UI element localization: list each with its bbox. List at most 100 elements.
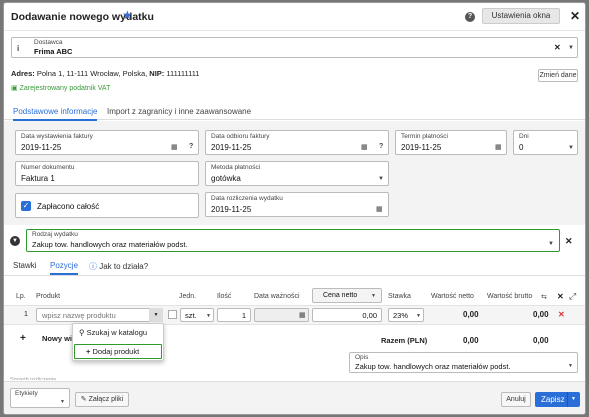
info-circle-icon: ⓘ [89, 262, 97, 271]
vat-status: ▣ Zarejestrowany podatnik VAT [11, 85, 111, 92]
description-select[interactable]: Opis Zakup tow. handlowych oraz materiał… [349, 352, 578, 373]
document-number-label: Numer dokumentu [21, 164, 75, 171]
info-icon: i [17, 44, 20, 53]
col-qty: Ilość [217, 293, 232, 300]
chevron-down-icon: ▼ [568, 145, 574, 151]
supplier-select[interactable]: i Dostawca Frima ABC ✕ ▼ [11, 37, 578, 58]
chevron-down-icon[interactable]: ▼ [568, 45, 574, 51]
add-product-item[interactable]: + Dodaj produkt [74, 344, 162, 359]
main-tabs: Podstawowe informacje Import z zagranicy… [4, 100, 585, 121]
plus-icon: + [86, 347, 91, 356]
issue-date-value: 2019-11-25 [21, 143, 62, 152]
expand-icon[interactable]: ⤢ [569, 291, 576, 302]
issue-date-label: Data wystawienia faktury [21, 133, 93, 140]
row-net-value: 0,00 [463, 310, 479, 319]
chevron-down-icon: ▼ [568, 363, 573, 369]
row-checkbox[interactable] [168, 310, 177, 319]
days-select[interactable]: Dni 0 ▼ [513, 130, 578, 155]
tab-basic-info[interactable]: Podstawowe informacje [13, 107, 98, 121]
quantity-input[interactable]: 1 [217, 308, 251, 322]
how-it-works-link[interactable]: ⓘ Jak to działa? [89, 261, 148, 272]
payment-method-select[interactable]: Metoda płatności gotówka ▼ [205, 161, 389, 186]
unit-select[interactable]: szt. ▼ [180, 308, 214, 322]
settlement-date-value: 2019-11-25 [211, 205, 252, 214]
document-number-field[interactable]: Numer dokumentu Faktura 1 [15, 161, 199, 186]
calendar-icon[interactable]: ▦ [361, 143, 368, 151]
delete-row-icon[interactable]: ✕ [558, 310, 565, 319]
chevron-down-icon[interactable]: ▼ [571, 396, 576, 402]
rate-select[interactable]: 23% ▼ [388, 308, 424, 322]
help-icon[interactable]: ? [465, 12, 475, 22]
tab-items[interactable]: Pozycje [50, 261, 79, 275]
search-catalog-item[interactable]: ⚲ Szukaj w katalogu [79, 328, 147, 337]
clear-supplier-icon[interactable]: ✕ [554, 43, 561, 52]
paid-all-checkbox[interactable]: ✓ [21, 201, 31, 211]
settlement-date-field[interactable]: Data rozliczenia wydatku 2019-11-25 ▦ [205, 192, 389, 217]
issue-date-field[interactable]: Data wystawienia faktury 2019-11-25 ▦ ? [15, 130, 199, 155]
expiry-date-input[interactable]: ▦ [254, 308, 309, 322]
subtabs-divider [4, 275, 585, 276]
dialog-header: Dodawanie nowego wydatku ★ ? Ustawienia … [4, 3, 585, 31]
delete-all-icon[interactable]: ✕ [557, 292, 564, 301]
product-dropdown-icon[interactable]: ▼ [149, 308, 163, 322]
supplier-label: Dostawca [34, 39, 63, 46]
total-gross: 0,00 [533, 336, 549, 345]
expense-dialog: Dodawanie nowego wydatku ★ ? Ustawienia … [3, 2, 586, 415]
cancel-button[interactable]: Anuluj [501, 392, 531, 407]
save-button[interactable]: Zapisz ▼ [535, 392, 580, 407]
question-icon[interactable]: ? [379, 143, 383, 150]
calendar-icon: ▦ [299, 312, 306, 319]
product-input[interactable]: wpisz nazwę produktu ▼ [36, 308, 163, 322]
remove-expense-type-icon[interactable]: ✕ [565, 236, 573, 247]
expense-type-select[interactable]: Rodzaj wydatku Zakup tow. handlowych ora… [26, 229, 560, 252]
expense-type-value: Zakup tow. handlowych oraz materiałów po… [32, 240, 188, 249]
favorite-star-icon[interactable]: ★ [122, 8, 133, 22]
col-unit: Jedn. [179, 293, 197, 300]
window-settings-button[interactable]: Ustawienia okna [482, 8, 560, 24]
due-date-field[interactable]: Termin płatności 2019-11-25 ▦ [395, 130, 507, 155]
chevron-down-icon: ▼ [378, 176, 384, 182]
add-row-plus-icon[interactable]: + [20, 333, 26, 344]
receipt-date-label: Data odbioru faktury [211, 133, 270, 140]
change-data-button[interactable]: Zmień dane [538, 69, 578, 82]
product-dropdown-menu: ⚲ Szukaj w katalogu + Dodaj produkt [72, 323, 164, 361]
chevron-down-icon: ▼ [548, 241, 554, 247]
calendar-icon[interactable]: ▦ [376, 205, 383, 213]
paperclip-icon: ✎ [80, 396, 87, 403]
sort-arrows-icon[interactable]: ⇆ [541, 293, 547, 301]
attach-files-button[interactable]: ✎ Załącz pliki [75, 392, 129, 407]
description-value: Zakup tow. handlowych oraz materiałów po… [355, 362, 511, 371]
question-icon[interactable]: ? [189, 143, 193, 150]
search-icon: ⚲ [79, 328, 85, 337]
net-price-input[interactable]: 0,00 [312, 308, 382, 322]
row-gross-value: 0,00 [533, 310, 549, 319]
due-date-value: 2019-11-25 [401, 143, 442, 152]
paid-all-field[interactable]: ✓ Zapłacono całość [15, 193, 199, 218]
calendar-icon[interactable]: ▦ [171, 143, 178, 151]
vat-check-icon: ▣ [11, 85, 18, 92]
days-value: 0 [519, 143, 524, 152]
supplier-value: Frima ABC [34, 47, 73, 56]
tab-import-advanced[interactable]: Import z zagranicy i inne zaawansowane [107, 107, 251, 116]
col-rate: Stawka [388, 293, 411, 300]
calendar-icon[interactable]: ▦ [495, 143, 502, 151]
tab-rates[interactable]: Stawki [13, 261, 37, 270]
supplier-address: Adres: Polna 1, 11-111 Wrocław, Polska, … [11, 69, 200, 78]
tags-select[interactable]: Etykiety ▼ [10, 388, 70, 408]
col-gross-value: Wartość brutto [487, 293, 533, 300]
collapse-chevron-icon[interactable]: ▼ [10, 236, 20, 246]
col-net-price-header[interactable]: Cena netto ▼ [312, 288, 382, 303]
expense-type-label: Rodzaj wydatku [32, 231, 78, 238]
chevron-down-icon: ▼ [60, 399, 65, 405]
tags-label: Etykiety [15, 390, 38, 397]
days-label: Dni [519, 133, 529, 140]
col-lp: Lp. [16, 293, 26, 300]
total-label: Razem (PLN) [381, 336, 428, 345]
payment-method-value: gotówka [211, 174, 241, 183]
close-dialog-icon[interactable]: ✕ [570, 9, 580, 23]
settlement-date-label: Data rozliczenia wydatku [211, 195, 283, 202]
document-number-value: Faktura 1 [21, 174, 55, 183]
receipt-date-value: 2019-11-25 [211, 143, 252, 152]
receipt-date-field[interactable]: Data odbioru faktury 2019-11-25 ▦ ? [205, 130, 389, 155]
chevron-down-icon: ▼ [371, 293, 376, 299]
